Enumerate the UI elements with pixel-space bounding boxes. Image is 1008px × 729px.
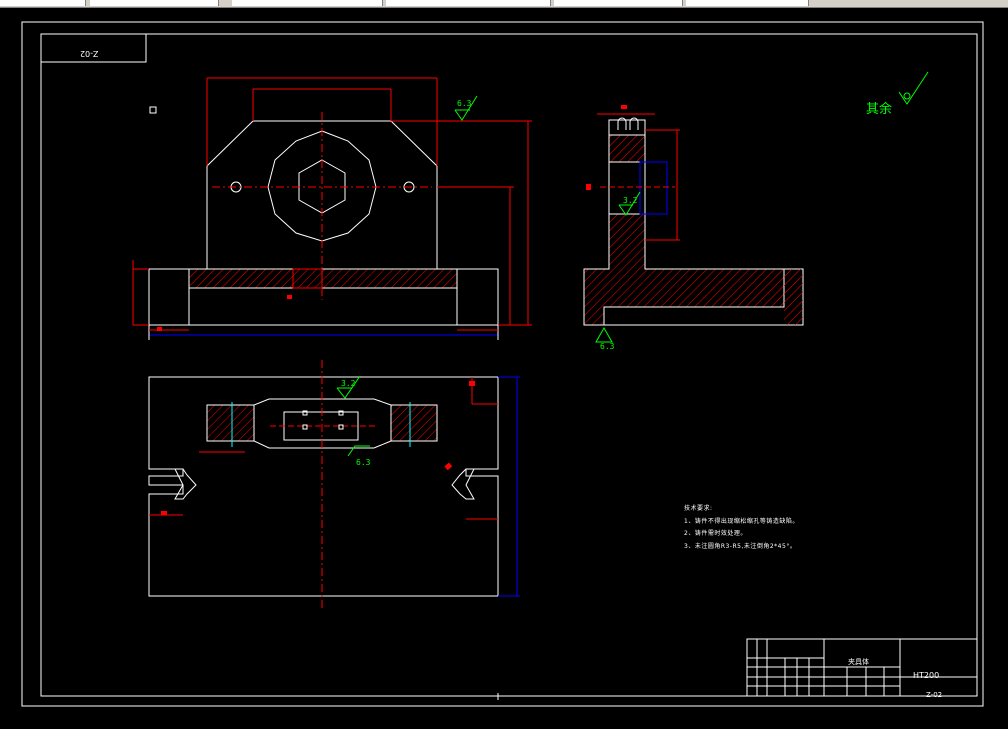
tab-5[interactable] [554, 0, 683, 6]
other-surfaces-roughness-note: 其余 [866, 102, 893, 117]
tab-3[interactable] [232, 0, 383, 6]
side-view [583, 105, 804, 326]
small-marker [149, 106, 157, 114]
svg-text:3.2: 3.2 [623, 196, 638, 205]
side-bore-hidden [639, 161, 668, 215]
title-block-part-name: 夹具体 [848, 658, 869, 666]
side-hatch-top [608, 134, 646, 163]
title-block-drawing-number: Z-02 [926, 691, 943, 699]
svg-text:3.2: 3.2 [341, 379, 356, 388]
top-view [148, 360, 520, 610]
technical-requirements: 技术要求: 1、铸件不得出现缩松缩孔等铸造缺陷。 2、铸件需时效处理。 3、未注… [684, 503, 799, 553]
tab-2[interactable] [90, 0, 219, 6]
top-outline [148, 376, 499, 597]
tab-1[interactable] [0, 0, 86, 6]
front-view [132, 77, 532, 340]
tech-req-item-3: 3、未注圆角R3-R5,未注倒角2*45°。 [684, 542, 797, 550]
inner-frame [40, 33, 978, 697]
side-hatch-right [784, 269, 803, 325]
svg-text:6.3: 6.3 [600, 342, 615, 351]
top-slot-left [206, 404, 255, 442]
drawing-svg: 6.3 6.3 3.2 6.3 3.2 [21, 21, 984, 707]
side-hatch-web [583, 213, 785, 326]
top-slot-right [390, 404, 438, 442]
outer-frame [21, 21, 984, 707]
svg-text:6.3: 6.3 [457, 99, 472, 108]
top-right-slot-curve [451, 468, 475, 500]
front-base-hatch [188, 268, 458, 289]
title-block [746, 638, 978, 697]
tech-req-item-2: 2、铸件需时效处理。 [684, 530, 747, 537]
tech-req-item-1: 1、铸件不得出现缩松缩孔等铸造缺陷。 [684, 517, 799, 525]
tab-6[interactable] [686, 0, 809, 6]
svg-text:6.3: 6.3 [356, 458, 371, 467]
tech-req-title: 技术要求: [684, 505, 713, 512]
title-block-material: HT200 [913, 671, 940, 680]
tab-4[interactable] [386, 0, 551, 6]
corner-drawing-number: Z-02 [80, 49, 99, 58]
cad-drawing-canvas[interactable]: 6.3 6.3 3.2 6.3 3.2 Z-02 其余 技术要求: 1、铸件不得… [0, 7, 1008, 724]
